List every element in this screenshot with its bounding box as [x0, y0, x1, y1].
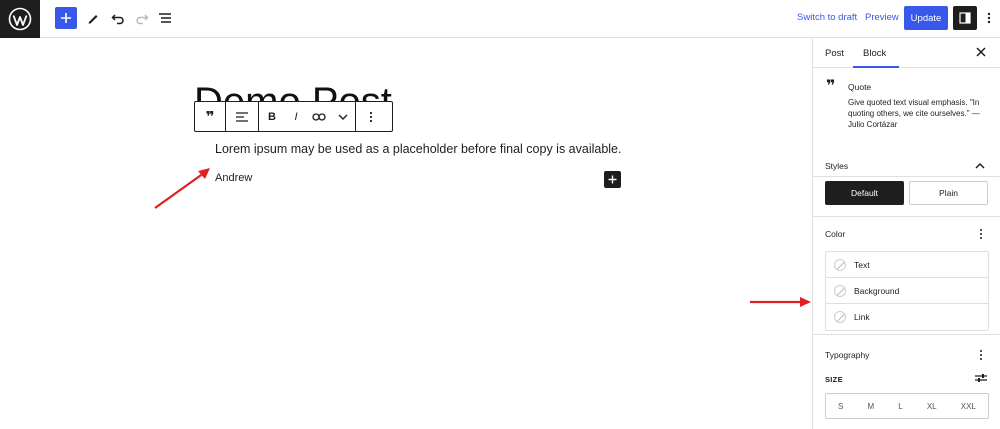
list-view-icon: [159, 13, 171, 23]
styles-panel: Styles Default Plain: [813, 148, 1000, 217]
link-icon: [312, 112, 326, 121]
block-options-button[interactable]: [356, 102, 386, 131]
styles-panel-title[interactable]: Styles: [825, 161, 848, 171]
chevron-down-icon: [338, 114, 348, 120]
more-vertical-icon: [369, 111, 373, 122]
color-list: Text Background Link: [825, 251, 989, 331]
color-item-label: Text: [854, 259, 870, 270]
size-option-l[interactable]: L: [898, 402, 902, 411]
add-block-button[interactable]: [55, 7, 77, 29]
font-size-picker: S M L XL XXL: [825, 393, 989, 419]
redo-button[interactable]: [131, 7, 153, 29]
sliders-icon[interactable]: [975, 373, 987, 383]
typography-options-button[interactable]: [978, 348, 984, 362]
switch-to-draft-button[interactable]: Switch to draft: [797, 12, 857, 23]
color-item-label: Link: [854, 312, 870, 322]
style-plain-button[interactable]: Plain: [909, 181, 988, 205]
typography-panel-title: Typography: [825, 350, 870, 360]
color-item-link[interactable]: Link: [826, 304, 988, 330]
size-label: SIZE: [825, 375, 843, 384]
annotation-arrow-citation: [154, 168, 210, 209]
plus-icon: [61, 13, 71, 23]
color-panel-title: Color: [825, 229, 846, 239]
update-button[interactable]: Update: [904, 6, 948, 30]
editor-canvas: Demo Post ❞ B I: [0, 38, 812, 429]
style-default-button[interactable]: Default: [825, 181, 904, 205]
align-left-button[interactable]: [226, 102, 258, 131]
block-card-description: Give quoted text visual emphasis. "In qu…: [848, 98, 980, 129]
settings-sidebar-icon: [959, 12, 971, 24]
bold-button[interactable]: B: [259, 102, 285, 131]
color-options-button[interactable]: [978, 227, 984, 241]
wordpress-logo-icon[interactable]: [0, 0, 40, 38]
active-tab-indicator: [853, 66, 899, 68]
tab-block[interactable]: Block: [863, 48, 886, 59]
quote-text[interactable]: Lorem ipsum may be used as a placeholder…: [215, 142, 621, 156]
more-vertical-icon: [987, 12, 991, 24]
settings-sidebar: Post Block ❞ Quote Give quoted text visu…: [812, 38, 1000, 429]
more-rich-text-button[interactable]: [331, 102, 355, 131]
preview-button[interactable]: Preview: [865, 12, 899, 23]
undo-button[interactable]: [107, 7, 129, 29]
size-option-s[interactable]: S: [838, 402, 843, 411]
settings-sidebar-button[interactable]: [953, 6, 977, 30]
empty-swatch-icon: [834, 284, 846, 297]
empty-swatch-icon: [834, 311, 846, 323]
annotation-arrow-color: [750, 297, 811, 307]
align-left-icon: [236, 111, 248, 122]
quote-block-icon[interactable]: ❞: [195, 102, 225, 131]
color-item-label: Background: [854, 285, 900, 296]
close-icon[interactable]: [975, 46, 987, 58]
empty-swatch-icon: [834, 258, 846, 271]
color-panel: Color Text Background Link: [813, 217, 1000, 335]
block-inserter-button[interactable]: [604, 171, 621, 188]
block-toolbar: ❞ B I: [194, 101, 393, 132]
italic-button[interactable]: I: [285, 102, 307, 131]
block-card-title: Quote: [848, 82, 872, 92]
tab-post[interactable]: Post: [825, 48, 844, 59]
sidebar-tabs: Post Block: [813, 38, 1000, 68]
size-option-xxl[interactable]: XXL: [961, 402, 976, 411]
block-switcher-group: ❞: [195, 102, 226, 131]
formatting-group: B I: [259, 102, 356, 131]
quote-icon: ❞: [826, 78, 836, 95]
size-option-xl[interactable]: XL: [927, 402, 937, 411]
editor-header: Switch to draft Preview Update: [0, 0, 1000, 38]
link-button[interactable]: [307, 102, 331, 131]
chevron-up-icon[interactable]: [975, 162, 985, 170]
undo-icon: [111, 14, 124, 25]
list-view-button[interactable]: [154, 7, 176, 29]
plus-icon: [608, 175, 617, 184]
redo-icon: [136, 14, 149, 25]
quote-citation[interactable]: Andrew: [215, 172, 252, 184]
pencil-icon: [88, 15, 98, 24]
options-group: [356, 102, 386, 131]
typography-panel: Typography SIZE S M L XL XXL: [813, 335, 1000, 429]
more-options-button[interactable]: [984, 8, 994, 28]
size-option-m[interactable]: M: [868, 402, 875, 411]
color-item-text[interactable]: Text: [826, 252, 988, 278]
alignment-group: [226, 102, 259, 131]
color-item-background[interactable]: Background: [826, 278, 988, 304]
tools-button[interactable]: [82, 7, 104, 29]
